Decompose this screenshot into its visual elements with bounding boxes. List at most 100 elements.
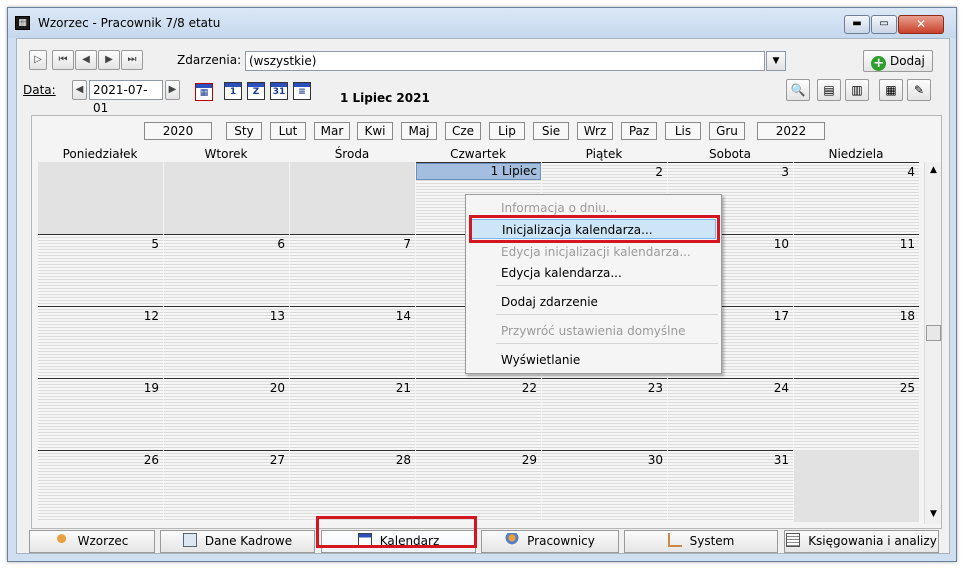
scroll-up-icon[interactable]: ▲ [926, 162, 941, 178]
list-view-icon[interactable]: ≡ [293, 82, 311, 100]
table-icon[interactable]: ▦ [879, 79, 903, 101]
calendar-day-cell[interactable]: 4 [794, 162, 919, 234]
month-jul-button[interactable]: Lip [489, 122, 525, 140]
day-header-mon: Poniedziałek [62, 147, 138, 161]
calendar-day-number: 4 [907, 165, 915, 179]
scroll-thumb[interactable] [926, 325, 941, 341]
calendar-day-cell[interactable] [794, 450, 919, 522]
nav-start-button[interactable]: ⏮ [52, 50, 74, 70]
menu-item-edit-init[interactable]: Edycja inicjalizacji kalendarza... [501, 242, 691, 262]
tab-pracownicy[interactable]: Pracownicy [481, 530, 619, 553]
calendar-day-cell[interactable]: 5 [38, 234, 163, 306]
close-button[interactable]: ✕ [898, 15, 944, 34]
calendar-day-number: 6 [277, 237, 285, 251]
day-header-sun: Niedziela [828, 147, 884, 161]
calendar-day-cell[interactable]: 7 [290, 234, 415, 306]
calendar-day-cell[interactable]: 20 [164, 378, 289, 450]
menu-separator [496, 285, 718, 286]
day-header-wed: Środa [334, 147, 370, 161]
month-nov-button[interactable]: Lis [665, 122, 701, 140]
calendar-day-cell[interactable]: 27 [164, 450, 289, 522]
date-input[interactable]: 2021-07-01 [89, 80, 163, 115]
events-dropdown-button[interactable]: ▼ [766, 51, 786, 71]
calendar-day-number: 14 [395, 309, 411, 323]
calendar-day-cell[interactable]: 26 [38, 450, 163, 522]
calendar-day-cell[interactable]: 29 [416, 450, 541, 522]
calendar-day-number: 2 [655, 165, 663, 179]
month-may-button[interactable]: Maj [401, 122, 437, 140]
calendar-day-cell[interactable]: 21 [290, 378, 415, 450]
nav-prev-button[interactable]: ◀ [75, 50, 97, 70]
highlight-box-menu [469, 215, 720, 243]
vertical-scrollbar[interactable]: ▲ ▼ [924, 162, 941, 524]
tab-label: Dane Kadrowe [204, 534, 293, 548]
month-feb-button[interactable]: Lut [270, 122, 306, 140]
week-view-icon[interactable]: Z [247, 82, 265, 100]
calendar-day-cell[interactable] [164, 162, 289, 234]
calendar-day-number: 22 [521, 381, 537, 395]
id-card-icon [182, 533, 197, 547]
export-icon[interactable]: ▤ [817, 79, 841, 101]
title-bar[interactable]: ▦ Wzorzec - Pracownik 7/8 etatu ▬ ▭ ✕ [8, 8, 956, 38]
menu-item-display[interactable]: Wyświetlanie [501, 350, 580, 370]
calendar-day-cell[interactable] [38, 162, 163, 234]
prev-year-button[interactable]: 2020 [144, 122, 212, 140]
tab-system[interactable]: System [624, 530, 778, 553]
calendar-day-number: 26 [143, 453, 159, 467]
tab-ksiegowania[interactable]: Księgowania i analizy [784, 530, 939, 553]
add-button[interactable]: + Dodaj [863, 50, 933, 72]
calendar-day-cell[interactable]: 23 [542, 378, 667, 450]
month-apr-button[interactable]: Kwi [357, 122, 393, 140]
scroll-down-icon[interactable]: ▼ [926, 506, 941, 522]
calendar-day-cell[interactable]: 30 [542, 450, 667, 522]
calendar-day-cell[interactable]: 6 [164, 234, 289, 306]
calendar-day-number: 28 [395, 453, 411, 467]
month-jun-button[interactable]: Cze [445, 122, 481, 140]
calendar-picker-icon[interactable]: ▦ [195, 83, 213, 101]
calendar-day-cell[interactable]: 24 [668, 378, 793, 450]
events-select[interactable]: (wszystkie) [245, 51, 765, 71]
calendar-day-cell[interactable]: 12 [38, 306, 163, 378]
month-view-icon[interactable]: 31 [270, 82, 288, 100]
nav-next-button[interactable]: ▶ [98, 50, 120, 70]
highlight-box-tab [316, 516, 477, 548]
day-view-icon[interactable]: 1 [224, 82, 242, 100]
search-icon[interactable]: 🔍 [786, 79, 810, 101]
calendar-day-cell[interactable]: 22 [416, 378, 541, 450]
minimize-button[interactable]: ▬ [844, 15, 870, 34]
month-dec-button[interactable]: Gru [709, 122, 745, 140]
date-next-button[interactable]: ▶ [165, 80, 180, 100]
month-aug-button[interactable]: Sie [533, 122, 569, 140]
calendar-day-cell[interactable]: 28 [290, 450, 415, 522]
calendar-day-cell[interactable]: 13 [164, 306, 289, 378]
calendar-day-cell[interactable]: 11 [794, 234, 919, 306]
month-sep-button[interactable]: Wrz [577, 122, 613, 140]
calendar-day-cell[interactable] [290, 162, 415, 234]
calendar-day-cell[interactable]: 25 [794, 378, 919, 450]
edit-pencil-icon[interactable]: ✎ [907, 79, 931, 101]
app-icon: ▦ [15, 16, 30, 30]
add-button-label: Dodaj [889, 54, 925, 68]
menu-item-edit-calendar[interactable]: Edycja kalendarza... [501, 263, 622, 283]
month-oct-button[interactable]: Paz [621, 122, 657, 140]
import-icon[interactable]: ▥ [845, 79, 869, 101]
calendar-day-number: 23 [647, 381, 663, 395]
calendar-day-cell[interactable]: 18 [794, 306, 919, 378]
calendar-day-number: 31 [773, 453, 789, 467]
tab-dane-kadrowe[interactable]: Dane Kadrowe [160, 530, 315, 553]
menu-item-restore-defaults[interactable]: Przywróć ustawienia domyślne [501, 321, 685, 341]
calendar-day-number: 18 [899, 309, 915, 323]
calendar-day-cell[interactable]: 31 [668, 450, 793, 522]
calendar-day-cell[interactable]: 14 [290, 306, 415, 378]
calendar-day-cell[interactable]: 19 [38, 378, 163, 450]
nav-first-button[interactable]: ▷ [29, 50, 47, 70]
month-mar-button[interactable]: Mar [314, 122, 350, 140]
calendar-day-number: 29 [521, 453, 537, 467]
next-year-button[interactable]: 2022 [757, 122, 825, 140]
nav-end-button[interactable]: ⏭ [121, 50, 143, 70]
menu-item-add-event[interactable]: Dodaj zdarzenie [501, 292, 598, 312]
tab-wzorzec[interactable]: Wzorzec [29, 530, 155, 553]
date-prev-button[interactable]: ◀ [72, 80, 87, 100]
month-jan-button[interactable]: Sty [226, 122, 262, 140]
maximize-button[interactable]: ▭ [871, 15, 897, 34]
